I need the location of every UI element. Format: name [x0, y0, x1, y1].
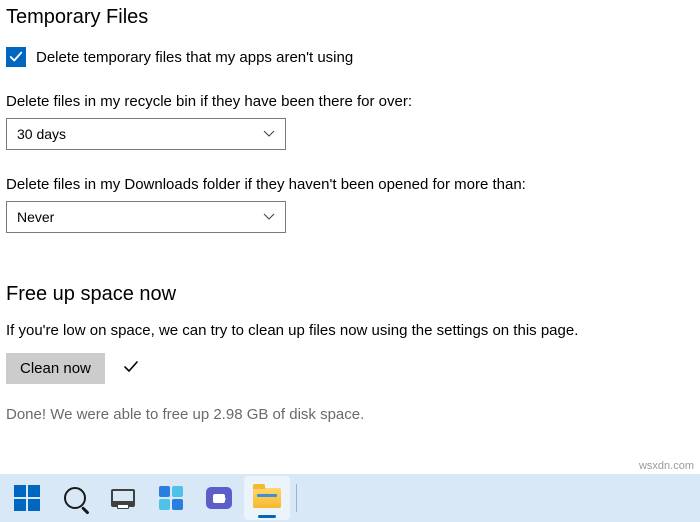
recycle-bin-label: Delete files in my recycle bin if they h…: [6, 93, 694, 110]
recycle-bin-value: 30 days: [17, 126, 66, 142]
chat-icon: [206, 487, 232, 509]
search-button[interactable]: [52, 476, 98, 520]
task-view-icon: [111, 489, 135, 507]
search-icon: [64, 487, 86, 509]
free-up-description: If you're low on space, we can try to cl…: [6, 322, 694, 339]
success-check-icon: [123, 359, 139, 378]
widgets-button[interactable]: [148, 476, 194, 520]
file-explorer-button[interactable]: [244, 476, 290, 520]
downloads-value: Never: [17, 209, 54, 225]
start-button[interactable]: [4, 476, 50, 520]
settings-panel: Temporary Files Delete temporary files t…: [0, 0, 700, 423]
watermark-text: wsxdn.com: [639, 460, 694, 472]
task-view-button[interactable]: [100, 476, 146, 520]
temp-files-heading: Temporary Files: [6, 6, 694, 29]
checkmark-icon: [9, 50, 23, 64]
chevron-down-icon: [263, 126, 275, 142]
free-up-heading: Free up space now: [6, 283, 694, 306]
chevron-down-icon: [263, 209, 275, 225]
folder-icon: [253, 488, 281, 508]
taskbar: [0, 474, 700, 522]
clean-now-row: Clean now: [6, 353, 694, 384]
downloads-select[interactable]: Never: [6, 201, 286, 233]
delete-temp-files-label: Delete temporary files that my apps aren…: [36, 49, 353, 66]
chat-button[interactable]: [196, 476, 242, 520]
recycle-bin-select[interactable]: 30 days: [6, 118, 286, 150]
delete-temp-files-option[interactable]: Delete temporary files that my apps aren…: [6, 47, 694, 67]
windows-logo-icon: [14, 485, 40, 511]
downloads-label: Delete files in my Downloads folder if t…: [6, 176, 694, 193]
delete-temp-files-checkbox[interactable]: [6, 47, 26, 67]
clean-now-button[interactable]: Clean now: [6, 353, 105, 384]
taskbar-divider: [296, 484, 297, 512]
widgets-icon: [159, 486, 183, 510]
cleanup-status-text: Done! We were able to free up 2.98 GB of…: [6, 406, 694, 423]
